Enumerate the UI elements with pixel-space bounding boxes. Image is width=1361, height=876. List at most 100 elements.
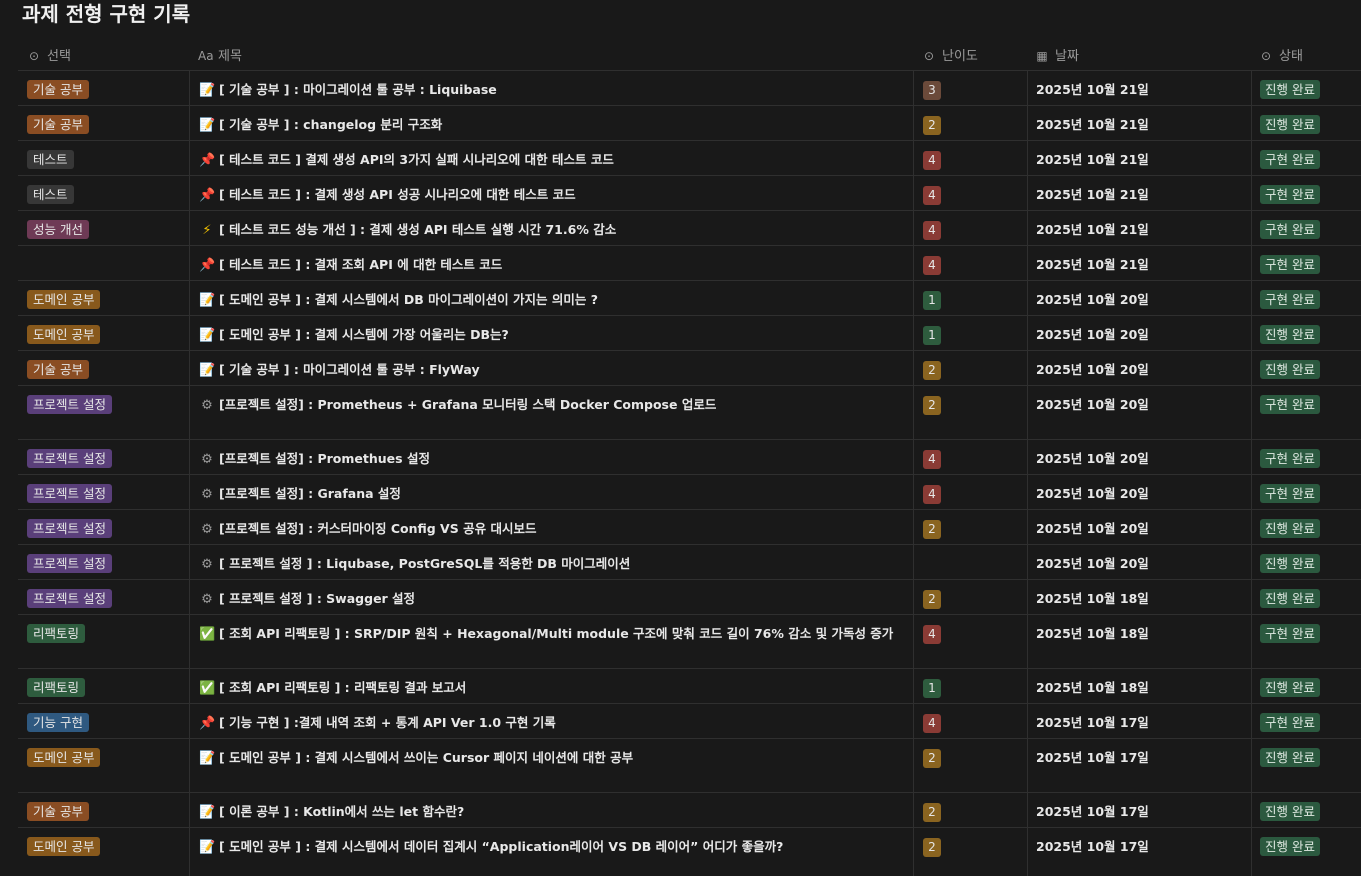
cell-date[interactable]: 2025년 10월 17일 xyxy=(1027,739,1251,792)
difficulty-tag[interactable]: 4 xyxy=(923,450,941,469)
select-tag[interactable]: 도메인 공부 xyxy=(27,748,101,767)
page-title-link[interactable]: [ 기술 공부 ] : 마이그레이션 툴 공부 : FlyWay xyxy=(219,362,480,377)
cell-date[interactable]: 2025년 10월 20일 xyxy=(1027,440,1251,474)
cell-status[interactable]: 구현 완료 xyxy=(1251,615,1361,668)
cell-date[interactable]: 2025년 10월 17일 xyxy=(1027,828,1251,876)
cell-difficulty[interactable]: 4 xyxy=(913,176,1027,210)
cell-difficulty[interactable]: 1 xyxy=(913,281,1027,315)
cell-select[interactable]: 프로젝트 설정 xyxy=(18,475,189,509)
cell-select[interactable]: 기술 공부 xyxy=(18,71,189,105)
status-badge[interactable]: 진행 완료 xyxy=(1260,748,1320,767)
page-title-link[interactable]: [ 프로젝트 설정 ] : Liqubase, PostGreSQL를 적용한 … xyxy=(219,556,630,571)
select-tag[interactable]: 리팩토링 xyxy=(27,678,86,697)
cell-status[interactable]: 진행 완료 xyxy=(1251,316,1361,350)
cell-date[interactable]: 2025년 10월 20일 xyxy=(1027,475,1251,509)
page-title-link[interactable]: [ 도메인 공부 ] : 결제 시스템에서 쓰이는 Cursor 페이지 네이션… xyxy=(219,750,633,765)
cell-status[interactable]: 구현 완료 xyxy=(1251,246,1361,280)
difficulty-tag[interactable]: 2 xyxy=(923,520,941,539)
cell-difficulty[interactable]: 4 xyxy=(913,141,1027,175)
status-badge[interactable]: 진행 완료 xyxy=(1260,554,1320,573)
table-row[interactable]: 기술 공부 📝[ 기술 공부 ] : 마이그레이션 툴 공부 : FlyWay 2 2… xyxy=(18,351,1361,386)
cell-difficulty[interactable]: 1 xyxy=(913,669,1027,703)
cell-title[interactable]: 📌[ 테스트 코드 ] 결제 생성 API의 3가지 실패 시나리오에 대한 테… xyxy=(189,141,913,175)
select-tag[interactable]: 도메인 공부 xyxy=(27,325,101,344)
table-row[interactable]: 기술 공부 📝[ 기술 공부 ] : 마이그레이션 툴 공부 : Liquibas… xyxy=(18,71,1361,106)
cell-difficulty[interactable]: 4 xyxy=(913,440,1027,474)
page-title-link[interactable]: [ 조회 API 리팩토링 ] : 리팩토링 결과 보고서 xyxy=(219,680,466,695)
table-row[interactable]: 도메인 공부 📝[ 도메인 공부 ] : 결제 시스템에서 DB 마이그레이션이 … xyxy=(18,281,1361,316)
cell-date[interactable]: 2025년 10월 21일 xyxy=(1027,246,1251,280)
difficulty-tag[interactable]: 4 xyxy=(923,221,941,240)
cell-difficulty[interactable]: 4 xyxy=(913,615,1027,668)
table-row[interactable]: 도메인 공부 📝[ 도메인 공부 ] : 결제 시스템에서 쓰이는 Cursor … xyxy=(18,739,1361,793)
status-badge[interactable]: 진행 완료 xyxy=(1260,678,1320,697)
cell-status[interactable]: 진행 완료 xyxy=(1251,106,1361,140)
cell-title[interactable]: 📌[ 테스트 코드 ] : 결제 생성 API 성공 시나리오에 대한 테스트 … xyxy=(189,176,913,210)
cell-status[interactable]: 진행 완료 xyxy=(1251,545,1361,579)
cell-title[interactable]: ⚙ [프로젝트 설정] : Grafana 설정 xyxy=(189,475,913,509)
select-tag[interactable]: 기술 공부 xyxy=(27,360,89,379)
cell-difficulty[interactable]: 4 xyxy=(913,704,1027,738)
cell-select[interactable]: 리팩토링 xyxy=(18,615,189,668)
table-row[interactable]: 프로젝트 설정 ⚙ [프로젝트 설정] : Promethues 설정 4 2025년 … xyxy=(18,440,1361,475)
cell-date[interactable]: 2025년 10월 21일 xyxy=(1027,141,1251,175)
cell-date[interactable]: 2025년 10월 21일 xyxy=(1027,176,1251,210)
cell-select[interactable]: 테스트 xyxy=(18,141,189,175)
select-tag[interactable]: 프로젝트 설정 xyxy=(27,395,112,414)
difficulty-tag[interactable]: 4 xyxy=(923,186,941,205)
cell-date[interactable]: 2025년 10월 20일 xyxy=(1027,316,1251,350)
cell-title[interactable]: ⚙ [ 프로젝트 설정 ] : Swagger 설정 xyxy=(189,580,913,614)
column-header-title[interactable]: Aa 제목 xyxy=(189,36,913,70)
status-badge[interactable]: 구현 완료 xyxy=(1260,290,1320,309)
cell-date[interactable]: 2025년 10월 20일 xyxy=(1027,510,1251,544)
page-title-link[interactable]: [ 이론 공부 ] : Kotlin에서 쓰는 let 함수란? xyxy=(219,804,464,819)
cell-date[interactable]: 2025년 10월 18일 xyxy=(1027,615,1251,668)
status-badge[interactable]: 구현 완료 xyxy=(1260,150,1320,169)
difficulty-tag[interactable]: 2 xyxy=(923,749,941,768)
page-title-link[interactable]: [ 도메인 공부 ] : 결제 시스템에서 데이터 집계시 “Applicati… xyxy=(219,839,783,854)
select-tag[interactable]: 기능 구현 xyxy=(27,713,89,732)
cell-title[interactable]: ⚙ [프로젝트 설정] : 커스터마이징 Config VS 공유 대시보드 xyxy=(189,510,913,544)
difficulty-tag[interactable]: 4 xyxy=(923,256,941,275)
cell-title[interactable]: ⚙ [프로젝트 설정] : Prometheus + Grafana 모니터링 스… xyxy=(189,386,913,439)
status-badge[interactable]: 구현 완료 xyxy=(1260,395,1320,414)
select-tag[interactable]: 프로젝트 설정 xyxy=(27,589,112,608)
table-row[interactable]: 도메인 공부 📝[ 도메인 공부 ] : 결제 시스템에 가장 어울리는 DB는?… xyxy=(18,316,1361,351)
status-badge[interactable]: 구현 완료 xyxy=(1260,624,1320,643)
cell-difficulty[interactable]: 2 xyxy=(913,580,1027,614)
cell-difficulty[interactable]: 2 xyxy=(913,386,1027,439)
status-badge[interactable]: 구현 완료 xyxy=(1260,185,1320,204)
cell-date[interactable]: 2025년 10월 20일 xyxy=(1027,545,1251,579)
cell-select[interactable]: 리팩토링 xyxy=(18,669,189,703)
cell-select[interactable]: 프로젝트 설정 xyxy=(18,386,189,439)
page-title-link[interactable]: [ 도메인 공부 ] : 결제 시스템에서 DB 마이그레이션이 가지는 의미는… xyxy=(219,292,598,307)
cell-date[interactable]: 2025년 10월 18일 xyxy=(1027,580,1251,614)
cell-status[interactable]: 진행 완료 xyxy=(1251,351,1361,385)
cell-title[interactable]: 📝[ 기술 공부 ] : changelog 분리 구조화 xyxy=(189,106,913,140)
cell-status[interactable]: 진행 완료 xyxy=(1251,828,1361,876)
select-tag[interactable]: 도메인 공부 xyxy=(27,290,101,309)
cell-title[interactable]: 📝[ 기술 공부 ] : 마이그레이션 툴 공부 : Liquibase xyxy=(189,71,913,105)
page-title-link[interactable]: [ 기술 공부 ] : changelog 분리 구조화 xyxy=(219,117,442,132)
cell-title[interactable]: ⚙ [ 프로젝트 설정 ] : Liqubase, PostGreSQL를 적용한… xyxy=(189,545,913,579)
difficulty-tag[interactable]: 4 xyxy=(923,625,941,644)
difficulty-tag[interactable]: 1 xyxy=(923,326,941,345)
difficulty-tag[interactable]: 2 xyxy=(923,396,941,415)
cell-title[interactable]: 📝[ 기술 공부 ] : 마이그레이션 툴 공부 : FlyWay xyxy=(189,351,913,385)
cell-date[interactable]: 2025년 10월 20일 xyxy=(1027,281,1251,315)
cell-status[interactable]: 진행 완료 xyxy=(1251,580,1361,614)
cell-title[interactable]: ✅[ 조회 API 리팩토링 ] : 리팩토링 결과 보고서 xyxy=(189,669,913,703)
cell-title[interactable]: 📝[ 도메인 공부 ] : 결제 시스템에서 DB 마이그레이션이 가지는 의미… xyxy=(189,281,913,315)
table-row[interactable]: 도메인 공부 📝[ 도메인 공부 ] : 결제 시스템에서 데이터 집계시 “Ap… xyxy=(18,828,1361,876)
page-title-link[interactable]: [ 도메인 공부 ] : 결제 시스템에 가장 어울리는 DB는? xyxy=(219,327,509,342)
cell-title[interactable]: 📝[ 도메인 공부 ] : 결제 시스템에 가장 어울리는 DB는? xyxy=(189,316,913,350)
table-row[interactable]: 리팩토링 ✅[ 조회 API 리팩토링 ] : 리팩토링 결과 보고서 1 2025년… xyxy=(18,669,1361,704)
cell-date[interactable]: 2025년 10월 21일 xyxy=(1027,106,1251,140)
cell-date[interactable]: 2025년 10월 21일 xyxy=(1027,211,1251,245)
column-header-difficulty[interactable]: ⊙ 난이도 xyxy=(913,36,1027,70)
select-tag[interactable]: 테스트 xyxy=(27,150,74,169)
column-header-select[interactable]: ⊙ 선택 xyxy=(18,36,189,70)
page-title-link[interactable]: [ 테스트 코드 성능 개선 ] : 결제 생성 API 테스트 실행 시간 7… xyxy=(219,222,616,237)
cell-date[interactable]: 2025년 10월 18일 xyxy=(1027,669,1251,703)
table-row[interactable]: 프로젝트 설정 ⚙ [프로젝트 설정] : Grafana 설정 4 2025년 10월… xyxy=(18,475,1361,510)
